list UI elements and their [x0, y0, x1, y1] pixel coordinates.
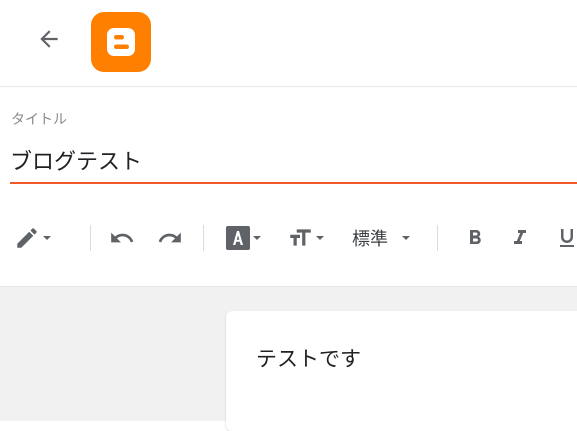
title-label: タイトル [11, 112, 67, 128]
redo-button[interactable] [157, 223, 183, 253]
toolbar-divider [90, 225, 91, 251]
chevron-down-icon [402, 236, 410, 240]
back-button[interactable] [30, 22, 68, 56]
blogger-icon [107, 28, 135, 56]
post-editor[interactable]: テストです [226, 311, 577, 431]
font-size-button[interactable] [287, 223, 324, 253]
toolbar-divider [437, 225, 438, 251]
text-color-icon [226, 226, 250, 250]
title-input[interactable] [10, 142, 577, 178]
italic-icon [514, 230, 526, 244]
pencil-icon [17, 228, 37, 248]
bold-button[interactable] [463, 223, 487, 253]
arrow-left-icon [40, 30, 58, 48]
undo-icon [111, 232, 134, 243]
top-bar [0, 0, 577, 87]
chevron-down-icon [43, 236, 51, 240]
editor-toolbar: 標準 [0, 206, 577, 270]
blogger-logo[interactable] [91, 12, 151, 72]
chevron-down-icon [253, 236, 261, 240]
undo-button[interactable] [109, 223, 135, 253]
bold-icon [470, 230, 481, 244]
italic-button[interactable] [508, 223, 532, 253]
chevron-down-icon [316, 236, 324, 240]
underline-icon [560, 229, 574, 247]
format-label: 標準 [352, 229, 388, 250]
pen-mode-button[interactable] [14, 223, 51, 253]
text-color-button[interactable] [226, 223, 261, 253]
toolbar-divider [203, 225, 204, 251]
redo-icon [158, 232, 181, 243]
title-underline [10, 182, 577, 184]
text-size-icon [290, 229, 311, 246]
format-dropdown[interactable]: 標準 [352, 223, 410, 253]
post-content[interactable]: テストです [256, 343, 361, 373]
underline-button[interactable] [555, 223, 577, 253]
